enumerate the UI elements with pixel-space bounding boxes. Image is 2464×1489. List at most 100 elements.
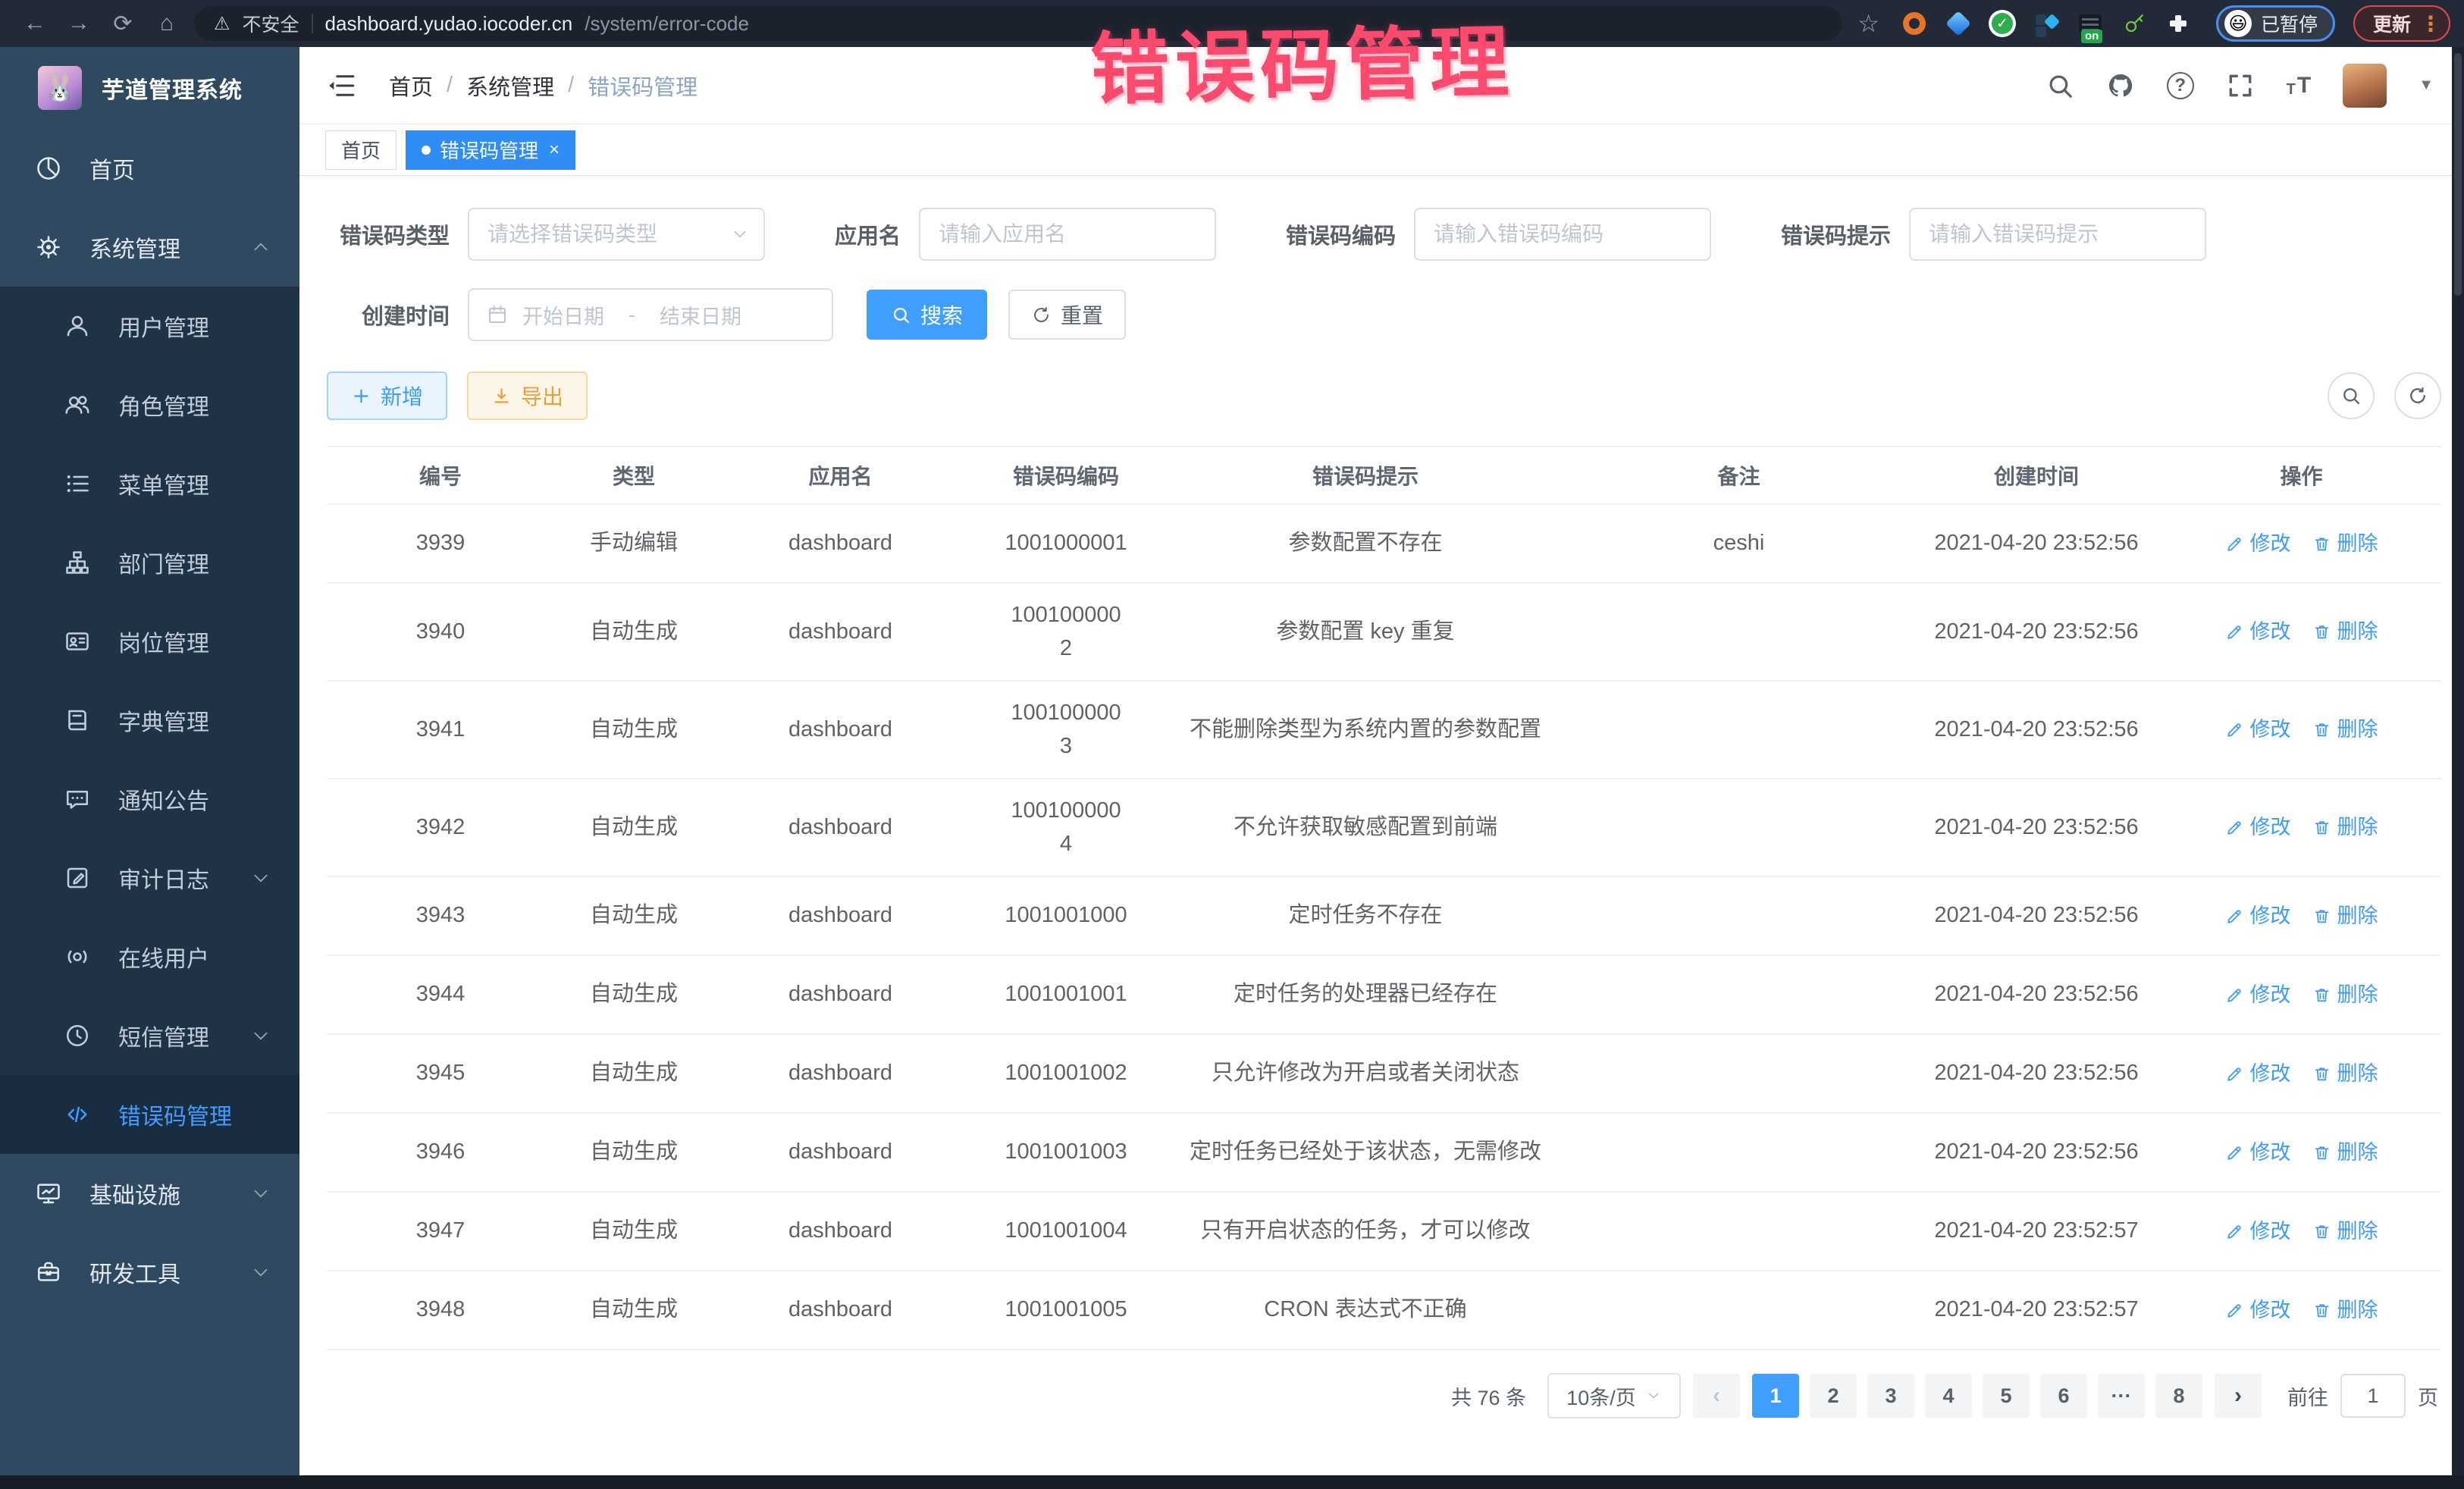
search-button[interactable]: 搜索 — [867, 290, 987, 340]
delete-link[interactable]: 删除 — [2312, 1295, 2378, 1326]
cell-hint: 只允许修改为开启或者关闭状态 — [1165, 1057, 1566, 1090]
back-icon[interactable]: ← — [18, 7, 52, 40]
sidebar-item-menu-mgmt[interactable]: 菜单管理 — [0, 444, 299, 523]
sidebar-item-system-mgmt[interactable]: 系统管理 — [0, 208, 299, 287]
trash-icon — [2312, 1301, 2331, 1320]
error-type-select[interactable] — [468, 208, 765, 261]
cell-time: 2021-04-20 23:52:56 — [1911, 811, 2161, 845]
delete-link[interactable]: 删除 — [2312, 1216, 2378, 1247]
prev-page-button[interactable]: ‹ — [1693, 1374, 1740, 1418]
goto-page-input[interactable] — [2340, 1374, 2406, 1418]
page-button[interactable]: 5 — [1983, 1374, 2030, 1418]
reset-button[interactable]: 重置 — [1008, 290, 1126, 340]
add-button[interactable]: 新增 — [327, 371, 447, 420]
search-icon — [2340, 385, 2362, 406]
sidebar-item-dept-mgmt[interactable]: 部门管理 — [0, 523, 299, 602]
error-hint-input[interactable] — [1909, 208, 2206, 261]
sidebar-item-role-mgmt[interactable]: 角色管理 — [0, 365, 299, 444]
sidebar-item-dev-tools[interactable]: 研发工具 — [0, 1233, 299, 1312]
browser-update-button[interactable]: 更新 ⋮ — [2353, 5, 2450, 42]
sidebar-item-home[interactable]: 首页 — [0, 129, 299, 208]
edit-link[interactable]: 修改 — [2225, 1137, 2291, 1168]
pencil-icon — [2225, 534, 2244, 553]
tag-error-code-mgmt[interactable]: 错误码管理 × — [406, 130, 575, 170]
delete-link[interactable]: 删除 — [2312, 901, 2378, 932]
toggle-search-button[interactable] — [2328, 372, 2375, 419]
page-button[interactable]: 3 — [1867, 1374, 1914, 1418]
hamburger-icon[interactable] — [325, 70, 357, 102]
sidebar-item-user-mgmt[interactable]: 用户管理 — [0, 287, 299, 365]
edit-link[interactable]: 修改 — [2225, 812, 2291, 843]
delete-link[interactable]: 删除 — [2312, 980, 2378, 1011]
profile-avatar: 😃 — [2224, 10, 2252, 37]
cell-id: 3939 — [327, 527, 554, 560]
key-extension-icon[interactable] — [2121, 10, 2148, 37]
sidebar-item-notice[interactable]: 通知公告 — [0, 760, 299, 839]
tag-home[interactable]: 首页 — [325, 130, 397, 170]
date-range-picker[interactable]: 开始日期 - 结束日期 — [468, 288, 833, 341]
github-icon[interactable] — [2106, 71, 2135, 100]
forward-icon[interactable]: → — [62, 7, 96, 40]
sidebar-item-dict-mgmt[interactable]: 字典管理 — [0, 681, 299, 760]
id-card-icon — [64, 628, 91, 655]
extension-icon[interactable] — [2033, 10, 2060, 37]
user-avatar[interactable] — [2343, 64, 2387, 108]
delete-link[interactable]: 删除 — [2312, 714, 2378, 745]
export-button[interactable]: 导出 — [467, 371, 588, 420]
edit-link[interactable]: 修改 — [2225, 1295, 2291, 1326]
edit-link[interactable]: 修改 — [2225, 980, 2291, 1011]
sidebar-item-error-code-mgmt[interactable]: 错误码管理 — [0, 1075, 299, 1154]
page-button[interactable]: 1 — [1752, 1374, 1799, 1418]
sidebar-item-online-users[interactable]: 在线用户 — [0, 917, 299, 996]
page-button[interactable]: ··· — [2098, 1374, 2145, 1418]
reload-icon[interactable]: ⟳ — [106, 7, 140, 40]
browser-profile-chip[interactable]: 😃 已暂停 — [2216, 5, 2335, 42]
cell-id: 3940 — [327, 616, 554, 649]
avatar-caret-icon[interactable]: ▼ — [2419, 77, 2434, 94]
bookmark-star-icon[interactable]: ☆ — [1857, 9, 1879, 38]
next-page-button[interactable]: › — [2215, 1374, 2262, 1418]
page-button[interactable]: 2 — [1810, 1374, 1857, 1418]
app-name-input[interactable] — [919, 208, 1216, 261]
refresh-table-button[interactable] — [2394, 372, 2441, 419]
edit-link[interactable]: 修改 — [2225, 901, 2291, 932]
app-logo[interactable]: 🐰 芋道管理系统 — [0, 47, 299, 129]
page-button[interactable]: 8 — [2155, 1374, 2202, 1418]
close-icon[interactable]: × — [549, 139, 560, 161]
chevron-down-icon — [251, 1183, 271, 1203]
puzzle-extensions-icon[interactable] — [2165, 10, 2192, 37]
edit-link[interactable]: 修改 — [2225, 1058, 2291, 1089]
address-bar[interactable]: ⚠ 不安全 dashboard.yudao.iocoder.cn /system… — [194, 6, 1842, 41]
extension-icon[interactable] — [1901, 10, 1928, 37]
breadcrumb-home[interactable]: 首页 — [389, 70, 433, 102]
delete-link[interactable]: 删除 — [2312, 1137, 2378, 1168]
edit-link[interactable]: 修改 — [2225, 616, 2291, 647]
sidebar-item-audit-log[interactable]: 审计日志 — [0, 839, 299, 917]
delete-link[interactable]: 删除 — [2312, 812, 2378, 843]
page-size-select[interactable]: 10条/页 — [1547, 1373, 1681, 1418]
extension-icon[interactable]: ✓ — [1989, 10, 2016, 37]
kebab-menu-icon[interactable]: ⋮ — [2420, 11, 2441, 36]
delete-link[interactable]: 删除 — [2312, 616, 2378, 647]
font-size-icon[interactable]: TT — [2287, 73, 2312, 99]
edit-link[interactable]: 修改 — [2225, 528, 2291, 560]
delete-link[interactable]: 删除 — [2312, 1058, 2378, 1089]
page-button[interactable]: 6 — [2040, 1374, 2087, 1418]
fullscreen-icon[interactable] — [2226, 71, 2255, 100]
search-icon[interactable] — [2045, 71, 2074, 100]
edit-link[interactable]: 修改 — [2225, 714, 2291, 745]
delete-link[interactable]: 删除 — [2312, 528, 2378, 560]
scrollbar[interactable] — [2452, 47, 2464, 1475]
error-code-input[interactable] — [1414, 208, 1711, 261]
extension-icon[interactable] — [1945, 10, 1972, 37]
extension-icon[interactable]: on — [2077, 10, 2104, 37]
sidebar-item-post-mgmt[interactable]: 岗位管理 — [0, 602, 299, 681]
breadcrumb-system-mgmt[interactable]: 系统管理 — [466, 70, 554, 102]
help-icon[interactable]: ? — [2167, 72, 2194, 99]
home-icon[interactable]: ⌂ — [150, 7, 183, 40]
edit-link[interactable]: 修改 — [2225, 1216, 2291, 1247]
sidebar-item-infrastructure[interactable]: 基础设施 — [0, 1154, 299, 1233]
sidebar-item-sms-mgmt[interactable]: 短信管理 — [0, 996, 299, 1075]
cell-actions: 修改 删除 — [2161, 616, 2441, 647]
page-button[interactable]: 4 — [1925, 1374, 1972, 1418]
